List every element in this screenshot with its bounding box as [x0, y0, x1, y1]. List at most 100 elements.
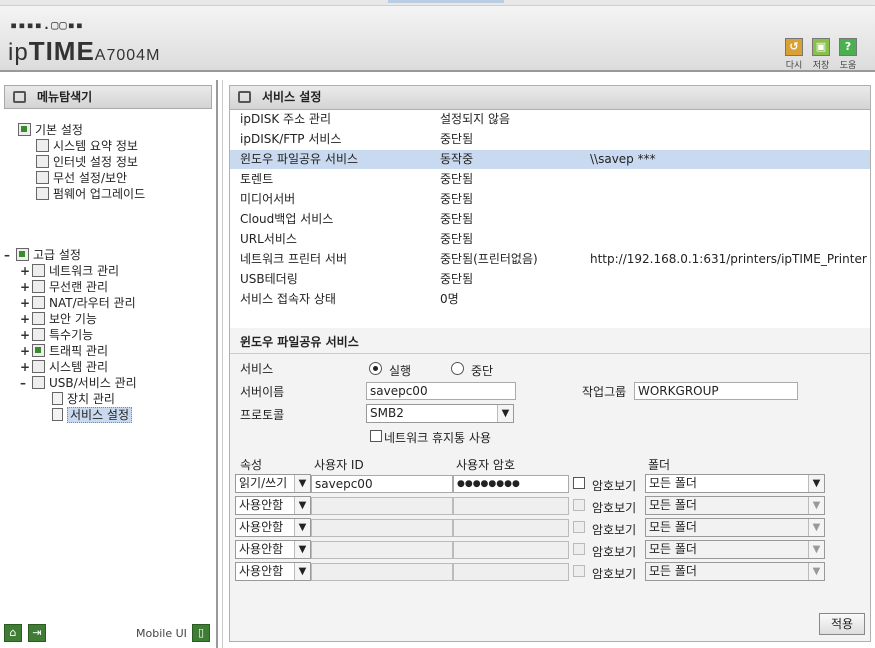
user-id-input[interactable]	[311, 541, 453, 559]
window-icon	[238, 91, 251, 103]
col-attr: 속성	[240, 458, 263, 472]
table-row: USB테더링 중단됨	[230, 270, 870, 290]
attr-select[interactable]: 사용안함 ▼	[235, 496, 311, 515]
sidebar-item-nat[interactable]: + NAT/라우터 관리	[20, 295, 136, 311]
table-row: 미디어서버 중단됨	[230, 190, 870, 210]
chevron-down-icon: ▼	[808, 497, 824, 514]
sidebar: 메뉴탐색기 기본 설정 시스템 요약 정보 인터넷 설정 정보 무선 설정/보안…	[0, 80, 218, 648]
apply-button[interactable]: 적용	[819, 613, 865, 635]
password-input[interactable]: ●●●●●●●●	[453, 475, 569, 493]
mobile-icon[interactable]: ▯	[192, 624, 210, 642]
protocol-select[interactable]: SMB2 ▼	[366, 404, 514, 423]
server-name-input[interactable]: savepc00	[366, 382, 516, 400]
logout-icon[interactable]: ⇥	[28, 624, 46, 642]
user-id-input[interactable]: savepc00	[311, 475, 453, 493]
chevron-down-icon: ▼	[808, 475, 824, 492]
page-icon	[52, 408, 63, 421]
router-icon	[32, 296, 45, 309]
sidebar-item-internet-info[interactable]: 인터넷 설정 정보	[36, 154, 138, 170]
expand-icon: +	[20, 264, 31, 278]
show-password-checkbox[interactable]	[573, 521, 585, 533]
password-input[interactable]	[453, 519, 569, 537]
trash-label[interactable]: 네트워크 휴지통 사용	[384, 429, 491, 446]
refresh-button[interactable]: ↺ 다시	[783, 38, 805, 71]
radio-stop[interactable]	[451, 362, 464, 375]
user-id-input[interactable]	[311, 519, 453, 537]
sidebar-item-system-summary[interactable]: 시스템 요약 정보	[36, 138, 138, 154]
trash-checkbox[interactable]	[370, 430, 382, 442]
table-row: 서비스 접속자 상태 0명	[230, 290, 870, 310]
sidebar-item-firmware[interactable]: 펌웨어 업그레이드	[36, 186, 145, 202]
table-row: Cloud백업 서비스 중단됨	[230, 210, 870, 230]
show-password-label: 암호보기	[592, 545, 637, 559]
expand-icon: +	[20, 296, 31, 310]
collapse-icon: –	[4, 248, 10, 262]
show-password-checkbox[interactable]	[573, 565, 585, 577]
sidebar-item-security[interactable]: + 보안 기능	[20, 311, 97, 327]
folder-select[interactable]: 모든 폴더 ▼	[645, 474, 825, 493]
folder-select[interactable]: 모든 폴더 ▼	[645, 518, 825, 537]
sidebar-item-system[interactable]: + 시스템 관리	[20, 359, 108, 375]
page-icon	[52, 392, 63, 405]
attr-select[interactable]: 사용안함 ▼	[235, 562, 311, 581]
sidebar-item-service-settings[interactable]: 서비스 설정	[52, 407, 133, 423]
workgroup-label: 작업그룹	[582, 385, 627, 399]
help-button[interactable]: ? 도움	[837, 38, 859, 71]
password-input[interactable]	[453, 563, 569, 581]
radio-run[interactable]	[369, 362, 382, 375]
attr-select[interactable]: 읽기/쓰기 ▼	[235, 474, 311, 493]
monitor-icon	[36, 155, 49, 168]
tree-basic-settings[interactable]: 기본 설정	[18, 122, 83, 138]
save-icon: ▣	[812, 38, 830, 56]
refresh-icon: ↺	[785, 38, 803, 56]
expand-icon: +	[20, 344, 31, 358]
network-icon	[32, 264, 45, 277]
folder-select[interactable]: 모든 폴더 ▼	[645, 496, 825, 515]
password-input[interactable]	[453, 541, 569, 559]
password-input[interactable]	[453, 497, 569, 515]
main-panel: 서비스 설정 ipDISK 주소 관리 설정되지 않음 ipDISK/FTP 서비…	[222, 80, 875, 648]
user-id-input[interactable]	[311, 563, 453, 581]
sidebar-item-wlan[interactable]: + 무선랜 관리	[20, 279, 108, 295]
radio-stop-label[interactable]: 중단	[471, 362, 493, 379]
sidebar-item-network[interactable]: + 네트워크 관리	[20, 263, 119, 279]
radio-run-label[interactable]: 실행	[389, 362, 411, 379]
chevron-down-icon: ▼	[294, 497, 310, 514]
folder-select[interactable]: 모든 폴더 ▼	[645, 562, 825, 581]
table-row: URL서비스 중단됨	[230, 230, 870, 250]
folder-icon	[16, 248, 29, 261]
lock-icon	[32, 312, 45, 325]
expand-icon: +	[20, 312, 31, 326]
logo: ipTIMEA7004M	[8, 36, 161, 66]
help-icon: ?	[839, 38, 857, 56]
collapse-icon: –	[20, 376, 26, 390]
expand-icon: +	[20, 360, 31, 374]
user-id-input[interactable]	[311, 497, 453, 515]
table-row: ipDISK/FTP 서비스 중단됨	[230, 130, 870, 150]
attr-select[interactable]: 사용안함 ▼	[235, 540, 311, 559]
sidebar-title: 메뉴탐색기	[4, 85, 212, 109]
show-password-checkbox[interactable]	[573, 543, 585, 555]
table-row-selected[interactable]: 윈도우 파일공유 서비스 동작중 \\savep ***	[230, 150, 870, 170]
attr-select[interactable]: 사용안함 ▼	[235, 518, 311, 537]
sidebar-item-special[interactable]: + 특수기능	[20, 327, 93, 343]
sidebar-item-wireless[interactable]: 무선 설정/보안	[36, 170, 127, 186]
col-user: 사용자 ID	[314, 458, 364, 472]
mobile-ui-link[interactable]: Mobile UI	[136, 627, 187, 640]
sidebar-item-device-mgmt[interactable]: 장치 관리	[52, 391, 115, 407]
show-password-checkbox[interactable]	[573, 499, 585, 511]
tree-advanced-settings[interactable]: – 고급 설정	[4, 247, 81, 263]
show-password-checkbox[interactable]	[573, 477, 585, 489]
wifi-icon	[32, 280, 45, 293]
table-row: 네트워크 프린터 서버 중단됨(프린터없음) http://192.168.0.1:…	[230, 250, 870, 270]
chevron-down-icon: ▼	[294, 563, 310, 580]
save-button[interactable]: ▣ 저장	[810, 38, 832, 71]
col-pass: 사용자 암호	[456, 458, 516, 472]
home-icon[interactable]: ⌂	[4, 624, 22, 642]
workgroup-input[interactable]: WORKGROUP	[634, 382, 798, 400]
sidebar-item-usb[interactable]: – USB/서비스 관리	[20, 375, 137, 391]
show-password-label: 암호보기	[592, 523, 637, 537]
sidebar-item-traffic[interactable]: + 트래픽 관리	[20, 343, 108, 359]
folder-select[interactable]: 모든 폴더 ▼	[645, 540, 825, 559]
expand-icon: +	[20, 280, 31, 294]
